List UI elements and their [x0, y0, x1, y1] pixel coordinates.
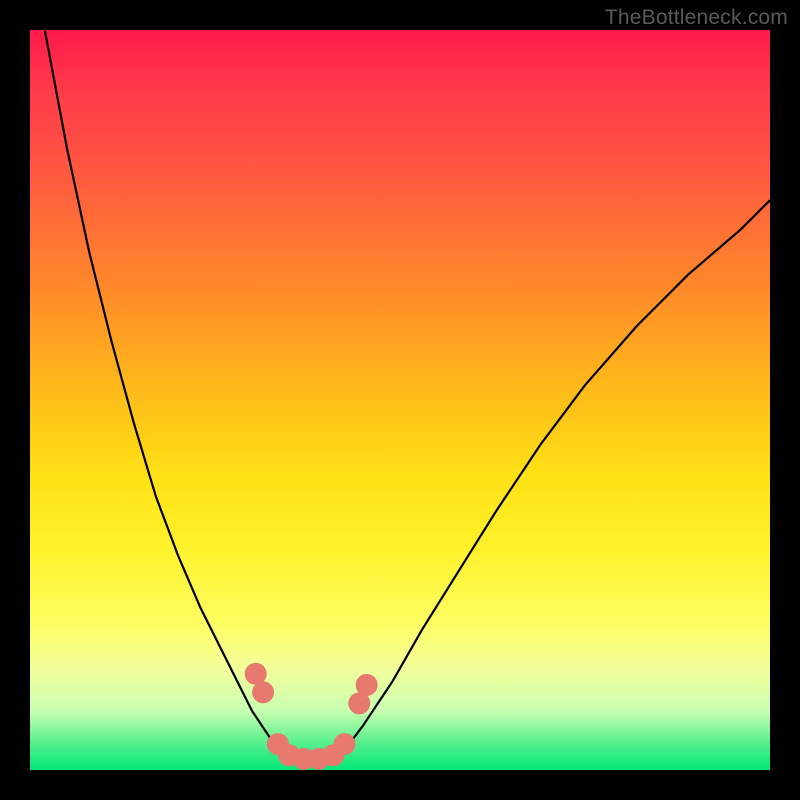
marker-point [252, 681, 274, 703]
marker-group [245, 663, 378, 770]
marker-point [334, 733, 356, 755]
chart-frame: TheBottleneck.com [0, 0, 800, 800]
plot-area [30, 30, 770, 770]
watermark-text: TheBottleneck.com [605, 6, 788, 30]
marker-point [356, 674, 378, 696]
left-branch-curve [45, 30, 282, 755]
chart-svg [30, 30, 770, 770]
right-branch-curve [341, 200, 770, 755]
